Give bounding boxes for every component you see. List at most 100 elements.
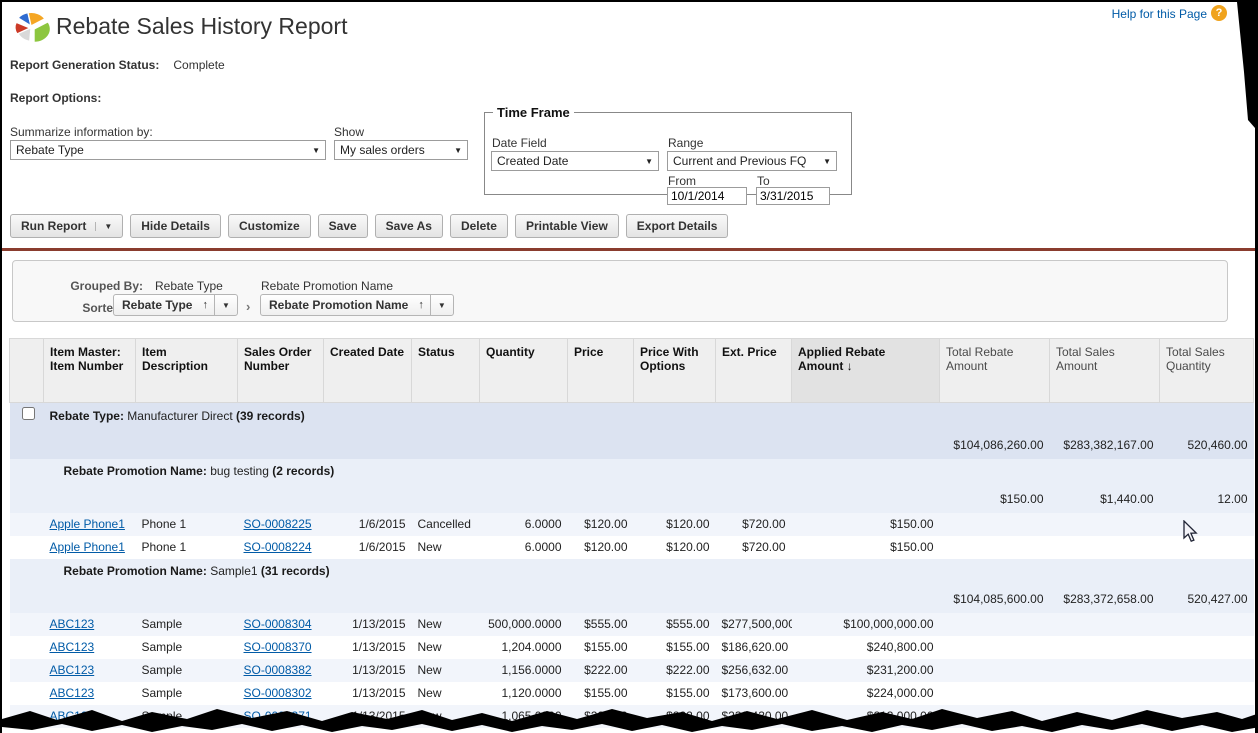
cell-total_sales: $283,372,658.00	[1050, 583, 1160, 613]
empty-cell	[10, 429, 940, 459]
item-master-link[interactable]: ABC123	[50, 686, 95, 700]
cell-so: SO-0008225	[238, 513, 324, 536]
column-header-price[interactable]: Price	[568, 339, 634, 403]
item-master-link[interactable]: ABC123	[50, 640, 95, 654]
cell-pwo: $155.00	[634, 636, 716, 659]
cell-rebate: $231,200.00	[792, 659, 940, 682]
column-header-price-with-options[interactable]: Price With Options	[634, 339, 716, 403]
cell-item: ABC123	[44, 682, 136, 705]
printable-view-button[interactable]: Printable View	[515, 214, 619, 238]
column-header-quantity[interactable]: Quantity	[480, 339, 568, 403]
cell-price: $555.00	[568, 613, 634, 636]
report-page: Help for this Page ? Rebate Sales Histor…	[0, 0, 1258, 733]
column-header-total-rebate-amount[interactable]: Total Rebate Amount	[940, 339, 1050, 403]
report-generation-status: Report Generation Status:Complete	[10, 58, 225, 72]
delete-button[interactable]: Delete	[450, 214, 508, 238]
button-label: Hide Details	[141, 219, 210, 233]
run-report-button[interactable]: Run Report▼	[10, 214, 123, 238]
to-date-input[interactable]	[756, 187, 830, 205]
summarize-select[interactable]: Rebate Type▼	[10, 140, 326, 160]
cell-ext: $186,620.00	[716, 636, 792, 659]
item-master-link[interactable]: ABC123	[50, 617, 95, 631]
from-date-input[interactable]	[667, 187, 747, 205]
button-label: Printable View	[526, 219, 608, 233]
group-totals-row: $104,085,600.00$283,372,658.00520,427.00	[10, 583, 1254, 613]
grouped-by-label: Grouped By:	[13, 279, 143, 293]
sort-button-rebate-promotion-name[interactable]: Rebate Promotion Name ↑ ▼	[260, 294, 454, 316]
column-header-checkbox	[10, 339, 44, 403]
cell-total_sales: $283,382,167.00	[1050, 429, 1160, 459]
cell-status: New	[412, 682, 480, 705]
sales-order-link[interactable]: SO-0008370	[244, 640, 312, 654]
cell-qty: 1,156.0000	[480, 659, 568, 682]
cell-ext: $720.00	[716, 536, 792, 559]
report-pie-icon	[12, 10, 52, 51]
help-link[interactable]: Help for this Page	[1112, 7, 1207, 21]
column-header-applied-rebate-amount[interactable]: Applied Rebate Amount ↓	[792, 339, 940, 403]
date-field-selected-value: Created Date	[497, 154, 568, 168]
cell-cb	[10, 636, 44, 659]
cell-status: New	[412, 659, 480, 682]
group-value: bug testing	[207, 464, 272, 478]
column-header-total-sales-quantity[interactable]: Total Sales Quantity	[1160, 339, 1254, 403]
item-master-link[interactable]: ABC123	[50, 663, 95, 677]
cell-qty: 6.0000	[480, 513, 568, 536]
group-checkbox[interactable]	[22, 407, 35, 420]
cell-date: 1/6/2015	[324, 536, 412, 559]
status-value: Complete	[173, 58, 224, 72]
report-options-label: Report Options:	[10, 91, 101, 105]
range-select[interactable]: Current and Previous FQ▼	[667, 151, 837, 171]
show-select[interactable]: My sales orders▼	[334, 140, 468, 160]
date-field-select[interactable]: Created Date ▼	[491, 151, 659, 171]
column-header-item-master-item-number[interactable]: Item Master: Item Number	[44, 339, 136, 403]
chevron-down-icon[interactable]: ▼	[95, 222, 112, 231]
cell-price: $222.00	[568, 659, 634, 682]
sort-chevron-icon: ›	[246, 299, 250, 314]
group-record-count: (2 records)	[272, 464, 334, 478]
save-button[interactable]: Save	[318, 214, 368, 238]
cell-total_rebate	[940, 636, 1050, 659]
export-details-button[interactable]: Export Details	[626, 214, 729, 238]
cell-total_qty: 520,460.00	[1160, 429, 1254, 459]
checkbox-cell	[10, 459, 44, 483]
table-row: Apple Phone1Phone 1SO-00082251/6/2015Can…	[10, 513, 1254, 536]
customize-button[interactable]: Customize	[228, 214, 311, 238]
cell-total_qty	[1160, 536, 1254, 559]
sort-asc-icon: ↑	[202, 299, 208, 311]
chevron-down-icon[interactable]: ▼	[430, 295, 453, 315]
sales-order-link[interactable]: SO-0008382	[244, 663, 312, 677]
cell-total_sales	[1050, 613, 1160, 636]
cell-status: New	[412, 536, 480, 559]
cell-total_qty	[1160, 682, 1254, 705]
sort-button-label: Rebate Promotion Name	[261, 298, 416, 312]
table-row: ABC123SampleSO-00083041/13/2015New500,00…	[10, 613, 1254, 636]
column-header-item-description[interactable]: Item Description	[136, 339, 238, 403]
save-as-button[interactable]: Save As	[375, 214, 443, 238]
chevron-down-icon: ▼	[645, 157, 653, 166]
cell-total_sales	[1050, 636, 1160, 659]
section-divider	[2, 248, 1255, 251]
grouping-panel: Grouped By: Rebate Type Rebate Promotion…	[12, 260, 1228, 322]
table-row: ABC123SampleSO-00083821/13/2015New1,156.…	[10, 659, 1254, 682]
sales-order-link[interactable]: SO-0008304	[244, 617, 312, 631]
column-header-created-date[interactable]: Created Date	[324, 339, 412, 403]
time-frame-fieldset: Time Frame Date Field Created Date▼ Rang…	[484, 105, 852, 195]
item-master-link[interactable]: Apple Phone1	[50, 540, 125, 554]
cell-rebate: $150.00	[792, 513, 940, 536]
sales-order-link[interactable]: SO-0008224	[244, 540, 312, 554]
cell-qty: 1,204.0000	[480, 636, 568, 659]
chevron-down-icon[interactable]: ▼	[214, 295, 237, 315]
item-master-link[interactable]: Apple Phone1	[50, 517, 125, 531]
cell-date: 1/13/2015	[324, 613, 412, 636]
cell-so: SO-0008302	[238, 682, 324, 705]
sort-button-rebate-type[interactable]: Rebate Type ↑ ▼	[113, 294, 238, 316]
column-header-total-sales-amount[interactable]: Total Sales Amount	[1050, 339, 1160, 403]
sales-order-link[interactable]: SO-0008225	[244, 517, 312, 531]
column-header-sales-order-number[interactable]: Sales Order Number	[238, 339, 324, 403]
column-header-status[interactable]: Status	[412, 339, 480, 403]
cell-date: 1/6/2015	[324, 513, 412, 536]
help-icon[interactable]: ?	[1211, 5, 1227, 21]
column-header-ext-price[interactable]: Ext. Price	[716, 339, 792, 403]
hide-details-button[interactable]: Hide Details	[130, 214, 221, 238]
sales-order-link[interactable]: SO-0008302	[244, 686, 312, 700]
